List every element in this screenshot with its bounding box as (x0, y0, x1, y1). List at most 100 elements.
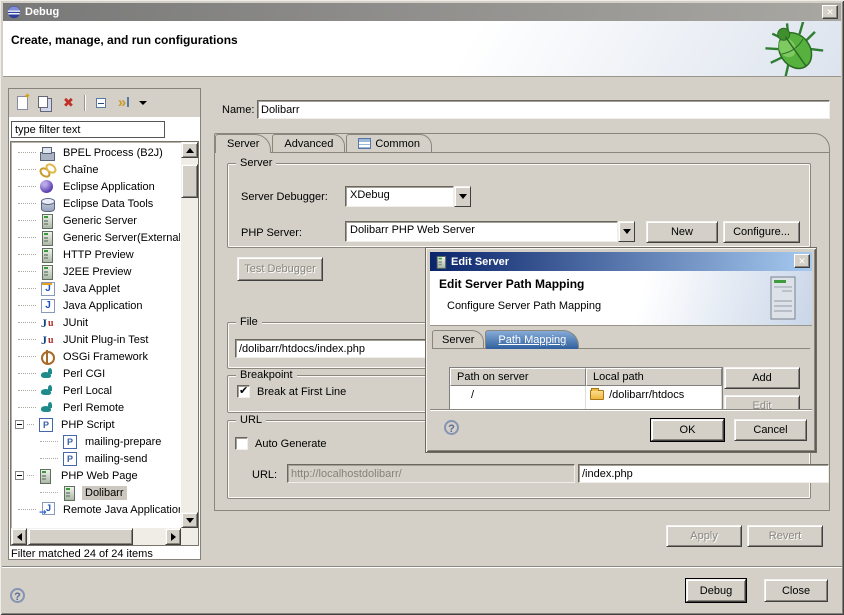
test-debugger-button[interactable]: Test Debugger (237, 257, 323, 281)
cell-server-path: / (450, 386, 586, 403)
filter-icon (118, 97, 129, 110)
name-input[interactable] (257, 100, 830, 119)
tab-server[interactable]: Server (215, 134, 271, 153)
table-row[interactable]: / /dolibarr/htdocs (450, 386, 722, 403)
add-mapping-button[interactable]: Add (724, 367, 800, 389)
tree-item[interactable]: PHP Script (12, 416, 180, 433)
tree-item[interactable]: Perl CGI (12, 365, 180, 382)
combo-dropdown-button[interactable] (454, 186, 471, 207)
server-group-title: Server (236, 157, 276, 169)
break-first-line-checkbox[interactable] (237, 385, 250, 398)
server-icon (434, 255, 448, 269)
tab-common[interactable]: Common (346, 134, 432, 152)
tree-item-selected[interactable]: Dolibarr (12, 484, 180, 501)
combo-dropdown-button[interactable] (618, 221, 635, 242)
apply-button[interactable]: Apply (666, 525, 742, 547)
filter-configurations-button[interactable] (114, 94, 133, 113)
remote-java-icon (39, 502, 55, 518)
revert-button[interactable]: Revert (747, 525, 823, 547)
help-icon[interactable] (444, 420, 459, 435)
column-header-path-on-server[interactable]: Path on server (450, 368, 586, 386)
url-base-input[interactable] (287, 464, 575, 483)
scroll-right-button[interactable] (165, 528, 181, 545)
bpel-process-icon (39, 145, 55, 161)
close-edit-server-button[interactable] (794, 254, 810, 268)
tree-item[interactable]: Perl Local (12, 382, 180, 399)
collapse-all-button[interactable] (91, 94, 110, 113)
junit-icon (39, 315, 55, 331)
help-icon[interactable] (10, 588, 25, 603)
tree-item[interactable]: Remote Java Application (12, 501, 180, 518)
button-label: Revert (769, 530, 801, 542)
tree-item[interactable]: Java Application (12, 297, 180, 314)
file-group-title: File (236, 316, 262, 328)
bug-icon (763, 22, 825, 76)
vertical-scroll-thumb[interactable] (181, 164, 198, 198)
close-button[interactable]: Close (764, 579, 828, 602)
break-first-line-label: Break at First Line (257, 386, 346, 398)
tab-path-mapping[interactable]: Path Mapping (485, 330, 579, 349)
tree-vertical-scrollbar[interactable] (181, 142, 198, 528)
tree-item[interactable]: Eclipse Application (12, 178, 180, 195)
scroll-left-button[interactable] (11, 528, 27, 545)
new-server-button[interactable]: New (646, 221, 718, 243)
collapse-all-icon (96, 98, 106, 108)
perl-icon (39, 366, 55, 382)
edit-server-tab-strip: Server Path Mapping (432, 330, 810, 349)
scroll-up-button[interactable] (181, 142, 198, 158)
filter-status: Filter matched 24 of 24 items (11, 548, 153, 560)
tree-item[interactable]: Generic Server(External La (12, 229, 180, 246)
horizontal-scroll-thumb[interactable] (28, 528, 133, 545)
collapse-expander-icon[interactable] (15, 471, 24, 480)
server-icon (37, 468, 53, 484)
tree-item[interactable]: J2EE Preview (12, 263, 180, 280)
filter-menu-dropdown[interactable] (137, 94, 149, 113)
tree-item[interactable]: JUnit Plug-in Test (12, 331, 180, 348)
tree-item[interactable]: JUnit (12, 314, 180, 331)
triangle-up-icon (186, 144, 194, 153)
tree-item[interactable]: BPEL Process (B2J) (12, 144, 180, 161)
tab-server-settings[interactable]: Server (432, 330, 484, 348)
auto-generate-label: Auto Generate (255, 438, 327, 450)
auto-generate-checkbox[interactable] (235, 437, 248, 450)
tree-item[interactable]: PHP Web Page (12, 467, 180, 484)
cancel-button[interactable]: Cancel (734, 419, 807, 441)
server-icon (39, 230, 55, 246)
php-server-value: Dolibarr PHP Web Server (345, 221, 618, 242)
collapse-expander-icon[interactable] (15, 420, 24, 429)
tree-item[interactable]: mailing-prepare (12, 433, 180, 450)
tree-item[interactable]: mailing-send (12, 450, 180, 467)
tree-item[interactable]: Perl Remote (12, 399, 180, 416)
tree-item[interactable]: Java Applet (12, 280, 180, 297)
php-server-label: PHP Server: (241, 227, 302, 239)
tree-horizontal-scrollbar[interactable] (11, 528, 181, 545)
column-header-local-path[interactable]: Local path (586, 368, 722, 386)
tab-advanced[interactable]: Advanced (272, 134, 345, 152)
new-configuration-button[interactable] (13, 94, 32, 113)
debug-configurations-window: Debug Create, manage, and run configurat… (0, 0, 844, 615)
tree-item[interactable]: OSGi Framework (12, 348, 180, 365)
tree-item[interactable]: Chaîne (12, 161, 180, 178)
ok-button[interactable]: OK (651, 419, 724, 441)
delete-icon (63, 95, 74, 111)
url-path-input[interactable] (578, 464, 829, 483)
delete-configuration-button[interactable] (59, 94, 78, 113)
scroll-down-button[interactable] (181, 512, 198, 528)
server-icon (39, 213, 55, 229)
breakpoint-group-title: Breakpoint (236, 369, 297, 381)
filter-input[interactable] (11, 121, 165, 138)
button-label: Debug (700, 585, 732, 597)
tree-item[interactable]: Eclipse Data Tools (12, 195, 180, 212)
debug-button[interactable]: Debug (686, 579, 746, 602)
chevron-down-icon (459, 194, 467, 203)
url-group-title: URL (236, 414, 266, 426)
tree-item[interactable]: Generic Server (12, 212, 180, 229)
edit-server-dialog: Edit Server Edit Server Path Mapping Con… (425, 247, 817, 453)
php-server-combo[interactable]: Dolibarr PHP Web Server (345, 221, 635, 242)
server-debugger-combo[interactable]: XDebug (345, 186, 471, 207)
edit-server-button-bar: OK Cancel (430, 409, 812, 448)
configure-server-button[interactable]: Configure... (723, 221, 800, 243)
duplicate-configuration-button[interactable] (36, 94, 55, 113)
close-window-button[interactable] (822, 5, 838, 19)
tree-item[interactable]: HTTP Preview (12, 246, 180, 263)
